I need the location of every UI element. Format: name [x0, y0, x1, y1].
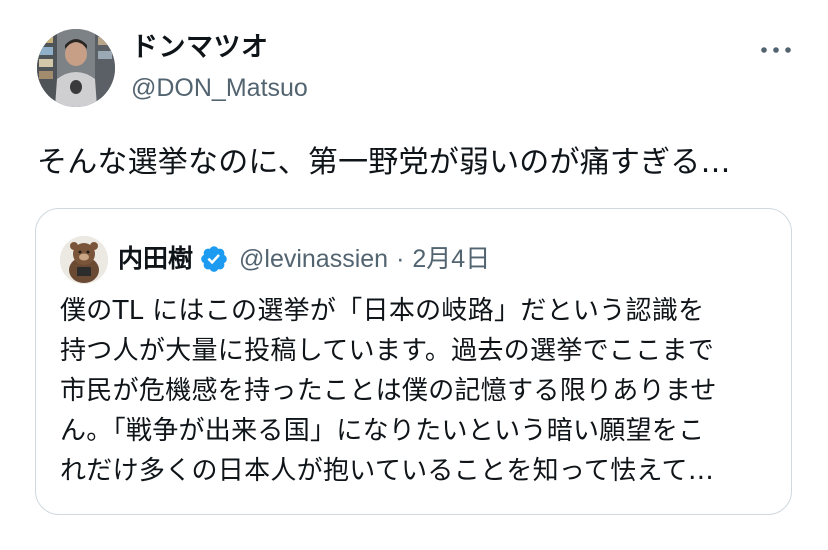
verified-badge-icon [199, 244, 229, 274]
quote-separator: · [396, 245, 405, 273]
author-handle[interactable]: @DON_Matsuo [131, 72, 308, 104]
quote-date[interactable]: 2月4日 [412, 242, 490, 276]
quote-text-line: 市民が危機感を持ったことは僕の記憶する限りありませ [60, 376, 717, 406]
quote-author-display-name[interactable]: 内田樹 [118, 242, 193, 276]
quote-text-line: 持つ人が大量に投稿しています。過去の選挙でここまで [60, 336, 715, 366]
quote-text: 僕のTL にはこの選挙が「日本の岐路」だという認識を 持つ人が大量に投稿していま… [60, 291, 772, 491]
quote-header: 内田樹 @levinassien · 2月4日 [118, 242, 490, 276]
author-info: ドンマツオ @DON_Matsuo [131, 30, 308, 104]
tweet-text: そんな選挙なのに、第一野党が弱いのが痛すぎる… [37, 145, 731, 180]
quote-author-avatar[interactable] [60, 236, 108, 284]
quoted-tweet[interactable]: 内田樹 @levinassien · 2月4日 僕のTL にはこの選挙が「日本の… [35, 208, 792, 515]
tweet: ドンマツオ @DON_Matsuo そんな選挙なのに、第一野党が弱いのが痛すぎる… [0, 0, 828, 550]
author-avatar[interactable] [37, 29, 115, 107]
author-display-name[interactable]: ドンマツオ [131, 30, 308, 66]
quote-author-handle[interactable]: @levinassien [239, 242, 388, 276]
more-horizontal-icon[interactable] [758, 40, 794, 60]
quote-text-line: ん。「戦争が出来る国」になりたいという暗い願望をこ [60, 416, 705, 446]
quote-text-line: 僕のTL にはこの選挙が「日本の岐路」だという認識を [60, 296, 705, 326]
quote-text-line: れだけ多くの日本人が抱いていることを知って怯えて… [60, 456, 715, 486]
